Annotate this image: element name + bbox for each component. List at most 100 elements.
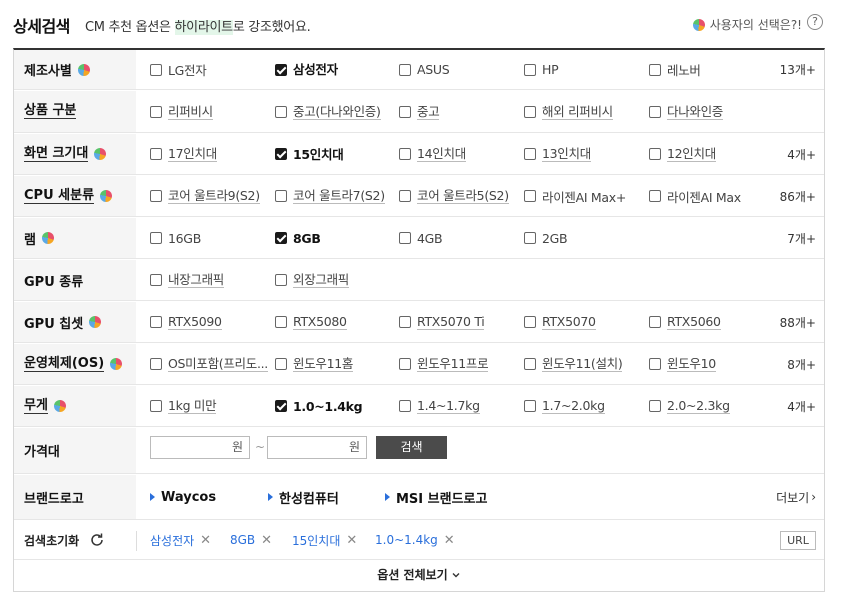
- option-used[interactable]: 중고: [399, 91, 440, 132]
- option-12inch[interactable]: 12인치대: [649, 134, 716, 174]
- user-choice-link[interactable]: 사용자의 선택은?!: [692, 16, 802, 33]
- price-min-input[interactable]: 원: [150, 436, 250, 459]
- option-ultra5[interactable]: 코어 울트라5(S2): [399, 176, 509, 216]
- checkbox[interactable]: [399, 148, 411, 160]
- option-rtx5060[interactable]: RTX5060: [649, 302, 721, 342]
- checkbox[interactable]: [649, 190, 661, 202]
- selected-chip-weight[interactable]: 1.0~1.4kg ✕: [375, 521, 455, 559]
- checkbox[interactable]: [524, 232, 536, 244]
- option-rtx5070ti[interactable]: RTX5070 Ti: [399, 302, 485, 342]
- checkbox[interactable]: [649, 63, 661, 76]
- option-discrete[interactable]: 외장그래픽: [275, 260, 349, 300]
- option-rtx5090[interactable]: RTX5090: [150, 302, 222, 342]
- brand-waycos[interactable]: Waycos: [150, 475, 216, 519]
- checkbox[interactable]: [399, 105, 411, 118]
- option-used-certified[interactable]: 중고(다나와인증): [275, 91, 381, 132]
- checkbox[interactable]: [399, 232, 411, 244]
- close-icon[interactable]: ✕: [346, 533, 357, 548]
- checkbox-checked[interactable]: [275, 63, 287, 76]
- more-count[interactable]: 4개+: [787, 134, 816, 174]
- close-icon[interactable]: ✕: [261, 533, 272, 548]
- option-lg[interactable]: LG전자: [150, 50, 207, 89]
- option-win11-home[interactable]: 윈도우11홈: [275, 344, 353, 384]
- checkbox[interactable]: [524, 316, 536, 328]
- option-under-1kg[interactable]: 1kg 미만: [150, 386, 217, 426]
- option-refurb[interactable]: 리퍼비시: [150, 91, 213, 132]
- checkbox[interactable]: [649, 316, 661, 328]
- checkbox[interactable]: [399, 63, 411, 76]
- option-ryzen-ai-max-plus[interactable]: 라이젠AI Max+: [524, 176, 626, 216]
- more-count[interactable]: 13개+: [780, 50, 816, 89]
- more-count[interactable]: 88개+: [780, 302, 816, 342]
- option-ryzen-ai-max[interactable]: 라이젠AI Max: [649, 176, 741, 216]
- close-icon[interactable]: ✕: [200, 533, 211, 548]
- checkbox[interactable]: [150, 274, 162, 286]
- checkbox[interactable]: [275, 105, 287, 118]
- option-2gb[interactable]: 2GB: [524, 218, 568, 258]
- selected-chip-samsung[interactable]: 삼성전자 ✕: [150, 521, 211, 559]
- checkbox[interactable]: [150, 400, 162, 412]
- option-1.7-2.0kg[interactable]: 1.7~2.0kg: [524, 386, 605, 426]
- checkbox[interactable]: [399, 358, 411, 370]
- option-15inch[interactable]: 15인치대: [275, 134, 344, 174]
- checkbox[interactable]: [649, 358, 661, 370]
- checkbox[interactable]: [524, 190, 536, 202]
- pie-chart-icon[interactable]: [77, 63, 90, 76]
- checkbox-checked[interactable]: [275, 232, 287, 244]
- brand-msi[interactable]: MSI 브랜드로고: [385, 475, 487, 519]
- option-lenovo[interactable]: 레노버: [649, 50, 701, 89]
- pie-chart-icon[interactable]: [94, 148, 107, 160]
- checkbox[interactable]: [524, 63, 536, 76]
- more-count[interactable]: 86개+: [780, 176, 816, 216]
- checkbox[interactable]: [524, 105, 536, 118]
- option-certified[interactable]: 다나와인증: [649, 91, 723, 132]
- checkbox[interactable]: [275, 358, 287, 370]
- option-ultra9[interactable]: 코어 울트라9(S2): [150, 176, 260, 216]
- checkbox[interactable]: [150, 232, 162, 244]
- checkbox[interactable]: [649, 148, 661, 160]
- pie-chart-icon[interactable]: [53, 400, 66, 412]
- option-win11-installed[interactable]: 윈도우11(설치): [524, 344, 623, 384]
- option-1.4-1.7kg[interactable]: 1.4~1.7kg: [399, 386, 480, 426]
- option-ultra7[interactable]: 코어 울트라7(S2): [275, 176, 385, 216]
- checkbox[interactable]: [275, 190, 287, 202]
- option-8gb[interactable]: 8GB: [275, 218, 321, 258]
- price-search-button[interactable]: 검색: [376, 436, 447, 459]
- option-17inch[interactable]: 17인치대: [150, 134, 217, 174]
- url-button[interactable]: URL: [780, 531, 816, 550]
- option-4gb[interactable]: 4GB: [399, 218, 443, 258]
- pie-chart-icon[interactable]: [100, 190, 113, 202]
- checkbox[interactable]: [399, 400, 411, 412]
- brand-hansung[interactable]: 한성컴퓨터: [268, 475, 339, 519]
- option-win11-pro[interactable]: 윈도우11프로: [399, 344, 489, 384]
- pie-chart-icon[interactable]: [89, 316, 102, 328]
- checkbox[interactable]: [275, 316, 287, 328]
- pie-chart-icon[interactable]: [110, 358, 123, 370]
- pie-chart-icon[interactable]: [41, 232, 54, 244]
- option-integrated[interactable]: 내장그래픽: [150, 260, 224, 300]
- more-count[interactable]: 8개+: [787, 344, 816, 384]
- checkbox-checked[interactable]: [275, 400, 287, 412]
- selected-chip-8gb[interactable]: 8GB ✕: [230, 521, 272, 559]
- option-no-os[interactable]: OS미포함(프리도...: [150, 344, 268, 384]
- checkbox[interactable]: [524, 358, 536, 370]
- option-overseas-refurb[interactable]: 해외 리퍼비시: [524, 91, 613, 132]
- checkbox[interactable]: [150, 105, 162, 118]
- help-icon[interactable]: ?: [807, 14, 823, 30]
- checkbox[interactable]: [150, 148, 162, 160]
- checkbox[interactable]: [150, 316, 162, 328]
- option-samsung[interactable]: 삼성전자: [275, 50, 338, 89]
- more-count[interactable]: 4개+: [787, 386, 816, 426]
- checkbox[interactable]: [275, 274, 287, 286]
- option-14inch[interactable]: 14인치대: [399, 134, 466, 174]
- option-2.0-2.3kg[interactable]: 2.0~2.3kg: [649, 386, 730, 426]
- checkbox[interactable]: [649, 400, 661, 412]
- option-rtx5070[interactable]: RTX5070: [524, 302, 596, 342]
- checkbox[interactable]: [150, 190, 162, 202]
- checkbox[interactable]: [399, 190, 411, 202]
- checkbox[interactable]: [524, 148, 536, 160]
- brand-more-link[interactable]: 더보기 ›: [776, 475, 816, 519]
- option-win10[interactable]: 윈도우10: [649, 344, 716, 384]
- checkbox[interactable]: [150, 63, 162, 76]
- option-13inch[interactable]: 13인치대: [524, 134, 591, 174]
